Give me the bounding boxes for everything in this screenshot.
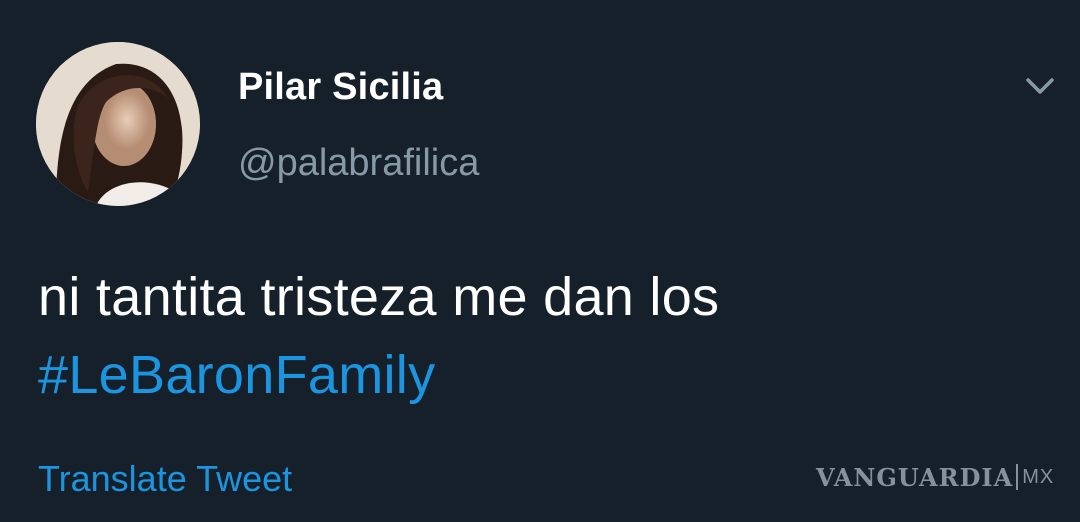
author-handle[interactable]: @palabrafilica [238, 142, 479, 185]
tweet-text-line: ni tantita tristeza me dan los [38, 267, 720, 327]
translate-tweet-link[interactable]: Translate Tweet [38, 458, 292, 500]
chevron-down-icon[interactable] [1020, 72, 1060, 102]
watermark-divider [1016, 464, 1019, 490]
avatar[interactable] [36, 42, 200, 206]
watermark-brand: VANGUARDIA [816, 462, 1014, 492]
hashtag-link[interactable]: #LeBaronFamily [38, 345, 435, 405]
watermark-region: MX [1022, 465, 1055, 488]
profile-photo-icon [36, 42, 200, 206]
vanguardia-watermark: VANGUARDIA MX [816, 462, 1054, 492]
tweet-card: Pilar Sicilia @palabrafilica ni tantita … [0, 0, 1080, 522]
tweet-text: ni tantita tristeza me dan los #LeBaronF… [38, 258, 1038, 414]
author-name[interactable]: Pilar Sicilia [238, 66, 443, 109]
